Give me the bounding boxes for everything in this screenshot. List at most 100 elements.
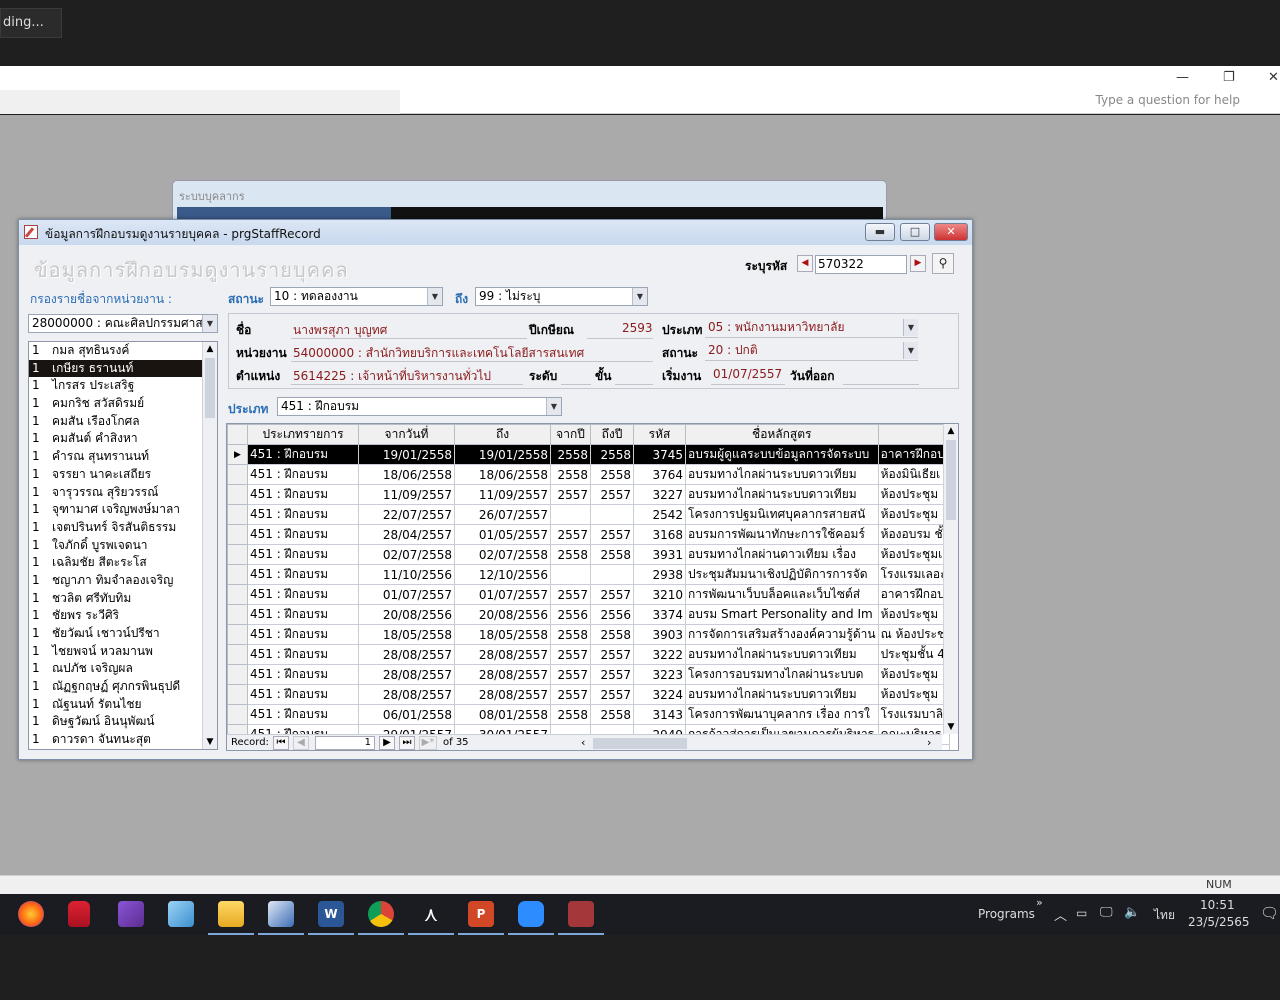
grid-cell[interactable]: โรงแรมเลอะ bbox=[877, 564, 950, 585]
grid-cell[interactable]: 3224 bbox=[633, 684, 686, 705]
grid-cell[interactable]: ห้องอบรม ชั้ bbox=[877, 524, 950, 545]
row-selector[interactable] bbox=[227, 604, 248, 625]
scroll-left-icon[interactable]: ‹ bbox=[581, 736, 585, 749]
grid-column-header[interactable]: ชื่อหลักสูตร bbox=[685, 424, 879, 445]
first-record-icon[interactable]: ⏮ bbox=[273, 736, 289, 750]
status-to-select[interactable]: 99 : ไม่ระบุ ▼ bbox=[475, 287, 648, 306]
grid-cell[interactable]: 451 : ฝึกอบรม bbox=[247, 544, 359, 565]
grid-cell[interactable]: 2558 bbox=[590, 444, 634, 465]
staff-list-item[interactable]: 1 ณัฐนนท์ รัตนไชย bbox=[29, 696, 217, 714]
grid-cell[interactable]: 2557 bbox=[590, 644, 634, 665]
grid-cell[interactable]: 01/05/2557 bbox=[454, 524, 551, 545]
row-selector[interactable] bbox=[227, 664, 248, 685]
grid-cell[interactable]: 28/08/2557 bbox=[454, 664, 551, 685]
grid-cell[interactable]: 451 : ฝึกอบรม bbox=[247, 664, 359, 685]
grid-cell[interactable]: 451 : ฝึกอบรม bbox=[247, 484, 359, 505]
table-row[interactable]: 451 : ฝึกอบรม 02/07/2558 02/07/2558 2558 255… bbox=[227, 544, 950, 565]
staff-list-item[interactable]: 1 ชวลิต ศรีทับทิม bbox=[29, 590, 217, 608]
new-record-icon[interactable]: ▶* bbox=[419, 736, 437, 750]
sql-server-icon[interactable] bbox=[68, 901, 90, 927]
staff-list-item[interactable]: 1 เจตปรินทร์ จิรสันติธรรม bbox=[29, 519, 217, 537]
table-row[interactable]: 451 : ฝึกอบรม 20/08/2556 20/08/2556 2556 255… bbox=[227, 604, 950, 625]
grid-cell[interactable]: 2557 bbox=[550, 584, 591, 605]
grid-cell[interactable]: การพัฒนาเว็บบล็อคและเว็บไซต์ส่ bbox=[685, 584, 879, 605]
grid-cell[interactable]: อบรมทางไกลผ่านระบบดาวเทียม bbox=[685, 644, 879, 665]
language-indicator[interactable]: ไทย bbox=[1154, 906, 1175, 925]
row-selector[interactable] bbox=[227, 704, 248, 725]
grid-column-header[interactable]: รหัส bbox=[633, 424, 686, 445]
grid-cell[interactable]: 3223 bbox=[633, 664, 686, 685]
grid-cell[interactable]: 3374 bbox=[633, 604, 686, 625]
grid-cell[interactable]: 12/10/2556 bbox=[454, 564, 551, 585]
staff-list-item[interactable]: 1 จุฑามาศ เจริญพงษ์มาลา bbox=[29, 501, 217, 519]
row-selector[interactable] bbox=[227, 584, 248, 605]
staff-list-item[interactable]: 1 ณัฏฐกฤษฏ์ ศุภกรพินธุปดี bbox=[29, 678, 217, 696]
grid-column-header[interactable]: ประเภทรายการ bbox=[247, 424, 359, 445]
staff-list-item[interactable]: 1 เฉลิมชัย สีตะระโส bbox=[29, 554, 217, 572]
table-row[interactable]: 451 : ฝึกอบรม 01/07/2557 01/07/2557 2557 255… bbox=[227, 584, 950, 605]
staff-list-item[interactable]: 1 ชัยวัฒน์ เชาวน์ปรีชา bbox=[29, 625, 217, 643]
grid-cell[interactable] bbox=[590, 504, 634, 525]
file-explorer-icon[interactable] bbox=[208, 901, 254, 935]
grid-cell[interactable]: 2557 bbox=[590, 684, 634, 705]
volume-icon[interactable]: 🔈 bbox=[1124, 905, 1140, 920]
grid-cell[interactable]: 3764 bbox=[633, 464, 686, 485]
chevron-down-icon[interactable]: ▼ bbox=[427, 288, 442, 305]
scroll-right-icon[interactable]: › bbox=[927, 736, 931, 749]
grid-column-header[interactable]: จากปี bbox=[550, 424, 591, 445]
grid-cell[interactable]: 451 : ฝึกอบรม bbox=[247, 524, 359, 545]
zoom-icon[interactable] bbox=[508, 901, 554, 935]
staff-list-scrollbar[interactable]: ▲ ▼ bbox=[202, 342, 217, 749]
grid-cell[interactable]: 28/08/2557 bbox=[454, 684, 551, 705]
grid-cell[interactable]: 11/10/2556 bbox=[358, 564, 455, 585]
grid-cell[interactable]: 28/08/2557 bbox=[358, 664, 455, 685]
current-record-indicator-icon[interactable]: ▶ bbox=[227, 444, 248, 465]
grid-cell[interactable]: 451 : ฝึกอบรม bbox=[247, 644, 359, 665]
grid-cell[interactable]: โรงแรมบาลิ bbox=[877, 704, 950, 725]
row-selector[interactable] bbox=[227, 464, 248, 485]
dialog-titlebar[interactable]: ข้อมูลการฝึกอบรมดูงานรายบุคคล - prgStaff… bbox=[19, 220, 972, 245]
battery-icon[interactable]: ▭ bbox=[1076, 906, 1087, 920]
help-search-input[interactable]: Type a question for help bbox=[1096, 93, 1240, 107]
grid-cell[interactable]: 18/05/2558 bbox=[454, 624, 551, 645]
grid-cell[interactable]: 22/07/2557 bbox=[358, 504, 455, 525]
grid-cell[interactable]: 2557 bbox=[590, 484, 634, 505]
grid-cell[interactable]: 2938 bbox=[633, 564, 686, 585]
staff-list-item[interactable]: 1 ชัยพร ระวีศิริ bbox=[29, 607, 217, 625]
training-records-grid[interactable]: ประเภทรายการ จากวันที่ ถึง จากปี ถึงปี รหัส ชื… bbox=[226, 423, 959, 751]
type-select[interactable]: 05 : พนักงานมหาวิทยาลัย ▼ bbox=[705, 319, 918, 338]
grid-cell[interactable]: 2558 bbox=[590, 624, 634, 645]
chevron-down-icon[interactable]: ▼ bbox=[202, 315, 217, 332]
chevron-down-icon[interactable]: ▼ bbox=[903, 342, 918, 359]
row-selector[interactable] bbox=[227, 644, 248, 665]
grid-cell[interactable]: 20/08/2556 bbox=[358, 604, 455, 625]
table-row[interactable]: 451 : ฝึกอบรม 11/09/2557 11/09/2557 2557 255… bbox=[227, 484, 950, 505]
grid-cell[interactable]: 2557 bbox=[590, 524, 634, 545]
grid-cell[interactable]: 02/07/2558 bbox=[358, 544, 455, 565]
grid-cell[interactable]: โครงการปฐมนิเทศบุคลากรสายสนั bbox=[685, 504, 879, 525]
grid-cell[interactable]: 451 : ฝึกอบรม bbox=[247, 604, 359, 625]
horizontal-scroll-thumb[interactable] bbox=[593, 738, 687, 749]
programs-toolbar-label[interactable]: Programs bbox=[978, 907, 1035, 921]
grid-cell[interactable]: อบรมทางไกลผ่านดาวเทียม เรื่อง bbox=[685, 544, 879, 565]
grid-cell[interactable]: 2557 bbox=[550, 664, 591, 685]
network-icon[interactable]: 🖵 bbox=[1100, 905, 1113, 920]
grid-cell[interactable]: ห้องประชุมเ bbox=[877, 544, 950, 565]
staff-list-item[interactable]: 1 ไชยพจน์ หวลมานพ bbox=[29, 643, 217, 661]
staff-list[interactable]: 1 กมล สุทธินรงค์ 1 เกษียร ธรานนท์ 1 ไกรสร ประ… bbox=[28, 341, 218, 750]
table-row[interactable]: 451 : ฝึกอบรม 28/08/2557 28/08/2557 2557 255… bbox=[227, 684, 950, 705]
grid-cell[interactable]: 2558 bbox=[550, 544, 591, 565]
grid-cell[interactable]: 20/08/2556 bbox=[454, 604, 551, 625]
grid-column-header[interactable]: จากวันที่ bbox=[358, 424, 455, 445]
grid-cell[interactable]: 2558 bbox=[590, 544, 634, 565]
chevron-up-icon[interactable]: ︿ bbox=[1054, 905, 1067, 924]
grid-cell[interactable]: 451 : ฝึกอบรม bbox=[247, 684, 359, 705]
staff-list-item[interactable]: 1 ชญาภา ทิมจำลองเจริญ bbox=[29, 572, 217, 590]
staff-list-item[interactable]: 1 ณปภัช เจริญผล bbox=[29, 660, 217, 678]
next-id-button[interactable]: ▶ bbox=[910, 255, 926, 272]
row-selector[interactable] bbox=[227, 484, 248, 505]
table-row[interactable]: 451 : ฝึกอบรม 11/10/2556 12/10/2556 2938 ประ… bbox=[227, 564, 950, 585]
grid-cell[interactable]: 451 : ฝึกอบรม bbox=[247, 584, 359, 605]
notes-icon[interactable] bbox=[168, 901, 194, 927]
grid-cell[interactable]: 451 : ฝึกอบรม bbox=[247, 444, 359, 465]
